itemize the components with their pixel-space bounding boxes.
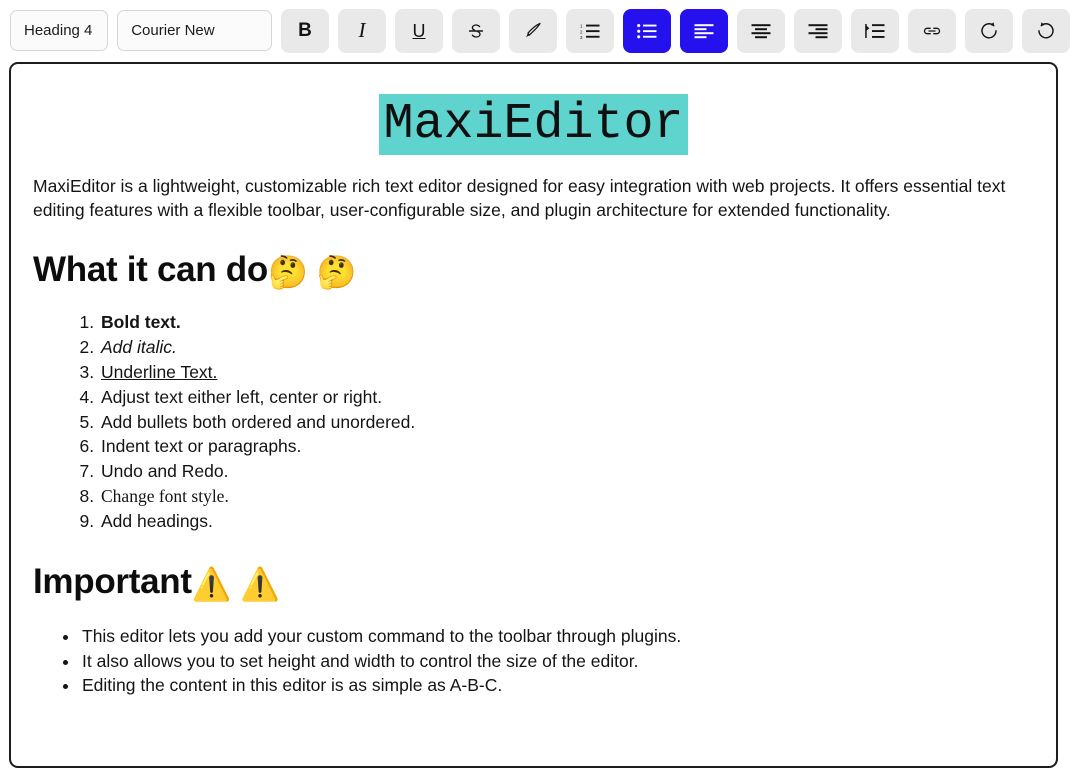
document-title: MaxiEditor [33,94,1034,155]
section-heading-what-it-can-do: What it can do🤔 🤔 [33,249,1034,291]
pen-icon [525,22,541,38]
strikethrough-button[interactable] [452,8,500,53]
section-heading-important: Important⚠️ ⚠️ [33,561,1034,603]
italic-icon: I [358,18,366,42]
list-item-text: It also allows you to set height and wid… [82,650,639,671]
capabilities-list: Bold text. Add italic. Underline Text. A… [33,310,1034,534]
list-item-text: Indent text or paragraphs. [101,436,302,457]
underline-button[interactable]: U [395,8,443,53]
align-center-icon [751,23,771,38]
editor-content-area[interactable]: MaxiEditor MaxiEditor is a lightweight, … [11,64,1056,766]
strikethrough-icon [468,23,484,38]
list-item: Editing the content in this editor is as… [80,673,1034,698]
list-item-text: Editing the content in this editor is as… [82,675,503,696]
highlight-pen-button[interactable] [509,8,557,53]
intro-paragraph: MaxiEditor is a lightweight, customizabl… [33,175,1006,220]
svg-text:3: 3 [580,35,583,40]
align-right-button[interactable] [794,8,842,53]
bold-button[interactable]: B [281,8,329,53]
list-item-text: Undo and Redo. [101,461,229,482]
unordered-list-button[interactable] [623,8,671,53]
indent-button[interactable] [851,8,899,53]
italic-button[interactable]: I [338,8,386,53]
section-heading-text: What it can do [33,249,268,289]
list-item: It also allows you to set height and wid… [80,649,1034,674]
editor-frame: MaxiEditor MaxiEditor is a lightweight, … [9,62,1058,768]
list-item-text: Bold text. [101,312,181,333]
list-item-text: Add bullets both ordered and unordered. [101,411,416,432]
list-item: Add headings. [99,509,1034,534]
list-item-text: Underline Text. [101,361,218,382]
underline-icon: U [412,20,426,41]
svg-text:2: 2 [580,29,583,34]
list-item-text: This editor lets you add your custom com… [82,626,682,647]
list-item-text: Add italic. [101,337,177,358]
bulleted-list-icon [637,23,657,38]
important-notes-list: This editor lets you add your custom com… [33,624,1034,698]
list-item: Adjust text either left, center or right… [99,385,1034,410]
thinking-face-icon: 🤔 [316,252,357,291]
font-family-select[interactable]: Courier New [117,10,272,51]
list-item: This editor lets you add your custom com… [80,624,1034,649]
align-center-button[interactable] [737,8,785,53]
undo-icon [981,22,997,39]
redo-icon [1038,22,1054,39]
indent-icon [865,23,885,38]
numbered-list-icon: 1 2 3 [580,23,600,40]
list-item-text: Adjust text either left, center or right… [101,386,383,407]
undo-button[interactable] [965,8,1013,53]
link-icon [923,27,941,34]
editor-toolbar: Heading 4 Courier New B I U 1 2 3 [0,0,1080,62]
list-item: Undo and Redo. [99,459,1034,484]
ordered-list-button[interactable]: 1 2 3 [566,8,614,53]
align-right-icon [808,23,828,38]
list-item-text: Add headings. [101,510,213,531]
thinking-face-icon: 🤔 [267,252,308,291]
section-heading-text: Important [33,561,192,601]
list-item-text: Change font style. [101,486,229,507]
align-left-button[interactable] [680,8,728,53]
heading-level-select[interactable]: Heading 4 [10,10,109,51]
list-item: Bold text. [99,310,1034,335]
document-title-text: MaxiEditor [379,94,688,155]
list-item: Change font style. [99,484,1034,509]
list-item: Indent text or paragraphs. [99,434,1034,459]
warning-icon: ⚠️ [240,564,280,603]
list-item: Add italic. [99,335,1034,360]
warning-icon: ⚠️ [191,564,232,603]
bold-icon: B [298,20,312,41]
list-item: Add bullets both ordered and unordered. [99,410,1034,435]
redo-button[interactable] [1022,8,1070,53]
align-left-icon [694,23,714,38]
list-item: Underline Text. [99,360,1034,385]
svg-text:1: 1 [580,23,583,28]
link-button[interactable] [908,8,956,53]
